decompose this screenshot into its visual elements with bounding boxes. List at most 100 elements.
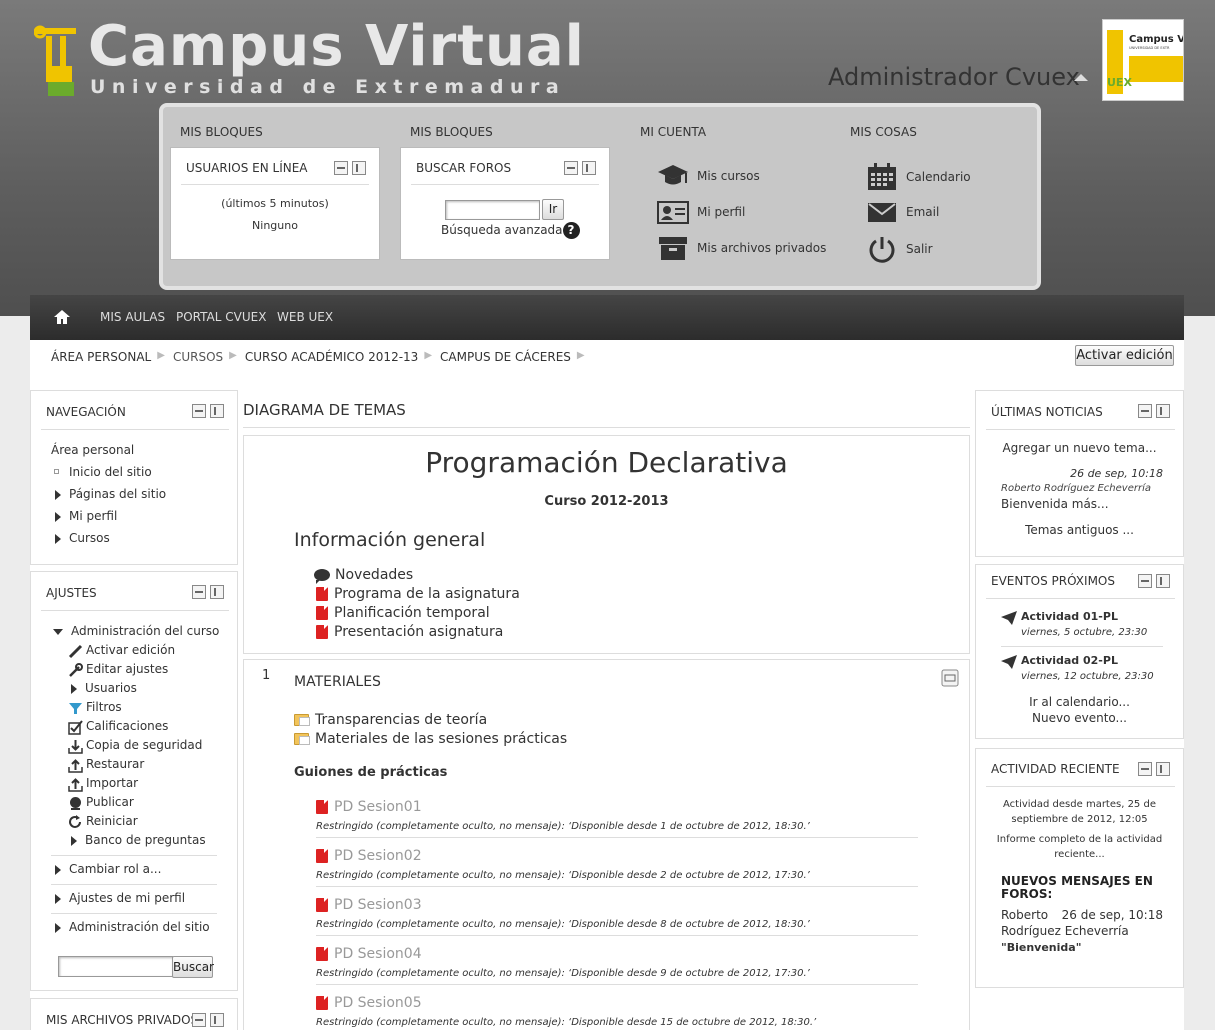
theory-slides-link[interactable]: Transparencias de teoría	[294, 712, 487, 728]
collapse-section-icon[interactable]	[941, 669, 959, 687]
calendar-link[interactable]: Calendario	[866, 163, 971, 191]
minimize-icon[interactable]	[192, 1013, 206, 1027]
advanced-search-link[interactable]: Búsqueda avanzada?	[441, 222, 580, 239]
breadcrumb-courses[interactable]: CURSOS	[173, 350, 223, 364]
session-03-link[interactable]: PD Sesion03	[316, 897, 422, 913]
dock-icon[interactable]	[582, 161, 596, 175]
minimize-icon[interactable]	[192, 404, 206, 418]
nav-site-home-label: Inicio del sitio	[69, 465, 152, 479]
session-03-restriction: Restringido (completamente oculto, no me…	[316, 919, 810, 930]
nav-site-home[interactable]: Inicio del sitio	[51, 465, 152, 479]
dock-icon[interactable]	[1156, 762, 1170, 776]
course-administration[interactable]: Administración del curso	[53, 624, 219, 638]
private-files-link[interactable]: Mis archivos privados	[657, 235, 826, 261]
block-controls	[192, 404, 224, 418]
minimize-icon[interactable]	[334, 161, 348, 175]
news-forum-link[interactable]: Novedades	[314, 567, 413, 584]
dock-icon[interactable]	[210, 1013, 224, 1027]
settings-users[interactable]: Usuarios	[71, 681, 137, 695]
breadcrumb-academic-year[interactable]: CURSO ACADÉMICO 2012-13	[245, 350, 418, 364]
older-topics-link[interactable]: Temas antiguos ...	[976, 523, 1183, 537]
dock-icon[interactable]	[210, 585, 224, 599]
dock-icon[interactable]	[1156, 404, 1170, 418]
my-courses-link[interactable]: Mis cursos	[657, 163, 760, 189]
event-2-link[interactable]: Actividad 02-PL	[1021, 654, 1118, 667]
nav-portal-cvuex[interactable]: PORTAL CVUEX	[176, 310, 266, 324]
session-04-link[interactable]: PD Sesion04	[316, 946, 422, 962]
full-report-link-cont[interactable]: reciente...	[976, 849, 1183, 860]
nav-home[interactable]: Área personal	[51, 443, 134, 457]
nav-web-uex[interactable]: WEB UEX	[277, 310, 333, 324]
minimize-icon[interactable]	[1138, 762, 1152, 776]
settings-backup[interactable]: Copia de seguridad	[86, 738, 202, 752]
switch-role[interactable]: Cambiar rol a...	[55, 862, 161, 876]
site-logo[interactable]: Campus Virtual Universidad de Extremadur…	[34, 14, 584, 100]
event-1-link[interactable]: Actividad 01-PL	[1021, 610, 1118, 623]
session-02-restriction: Restringido (completamente oculto, no me…	[316, 870, 810, 881]
email-link[interactable]: Email	[866, 199, 939, 225]
new-event-link[interactable]: Nuevo evento...	[976, 711, 1183, 725]
forum-search-input[interactable]	[445, 200, 540, 220]
settings-title: AJUSTES	[46, 586, 97, 600]
divider	[181, 184, 369, 185]
presentation-link[interactable]: Presentación asignatura	[316, 624, 503, 640]
dock-icon[interactable]	[352, 161, 366, 175]
settings-publish[interactable]: Publicar	[86, 795, 134, 809]
new-forum-posts-heading: NUEVOS MENSAJES EN	[1001, 874, 1153, 888]
settings-turn-editing-on[interactable]: Activar edición	[86, 643, 175, 657]
settings-search-input[interactable]	[58, 956, 173, 977]
site-administration[interactable]: Administración del sitio	[55, 920, 210, 934]
divider	[316, 935, 918, 936]
campus-badge[interactable]: Campus Vi UNIVERSIDAD DE EXTR UEX	[1102, 19, 1184, 101]
caret-up-icon[interactable]	[1074, 74, 1088, 81]
settings-filters[interactable]: Filtros	[86, 700, 122, 714]
news-post-link[interactable]: Bienvenida más...	[1001, 497, 1109, 511]
logout-link[interactable]: Salir	[866, 235, 933, 263]
settings-edit-settings[interactable]: Editar ajustes	[86, 662, 168, 676]
breadcrumb-home[interactable]: ÁREA PERSONAL	[51, 350, 151, 364]
divider	[316, 837, 918, 838]
session-02-link[interactable]: PD Sesion02	[316, 848, 422, 864]
minimize-icon[interactable]	[564, 161, 578, 175]
full-report-link[interactable]: Informe completo de la actividad	[976, 834, 1183, 845]
minimize-icon[interactable]	[192, 585, 206, 599]
syllabus-link[interactable]: Programa de la asignatura	[316, 586, 520, 602]
my-profile-link[interactable]: Mi perfil	[657, 199, 745, 225]
expand-icon	[55, 489, 61, 500]
divider	[51, 884, 217, 885]
breadcrumb-campus[interactable]: CAMPUS DE CÁCERES	[440, 350, 571, 364]
add-topic-link[interactable]: Agregar un nuevo tema...	[976, 441, 1183, 455]
session-03-label: PD Sesion03	[334, 897, 422, 913]
session-05-link[interactable]: PD Sesion05	[316, 995, 422, 1011]
settings-import[interactable]: Importar	[86, 776, 138, 790]
settings-reset[interactable]: Reiniciar	[86, 814, 138, 828]
dock-icon[interactable]	[210, 404, 224, 418]
post-title-link[interactable]: "Bienvenida"	[1001, 941, 1081, 954]
session-01-link[interactable]: PD Sesion01	[316, 799, 422, 815]
turn-editing-on-button[interactable]: Activar edición	[1075, 345, 1174, 366]
nav-my-classrooms[interactable]: MIS AULAS	[100, 310, 165, 324]
expand-icon	[71, 683, 77, 694]
pdf-icon	[316, 996, 328, 1010]
dock-icon[interactable]	[1156, 574, 1170, 588]
settings-question-bank-label: Banco de preguntas	[85, 833, 206, 847]
settings-restore[interactable]: Restaurar	[86, 757, 144, 771]
schedule-link[interactable]: Planificación temporal	[316, 605, 490, 621]
guides-heading: Guiones de prácticas	[294, 765, 448, 780]
nav-my-profile[interactable]: Mi perfil	[55, 509, 117, 523]
go-to-calendar-link[interactable]: Ir al calendario...	[976, 695, 1183, 709]
practical-materials-link[interactable]: Materiales de las sesiones prácticas	[294, 731, 567, 747]
breadcrumb-separator: ▶	[229, 350, 237, 361]
profile-settings[interactable]: Ajustes de mi perfil	[55, 891, 185, 905]
settings-question-bank[interactable]: Banco de preguntas	[71, 833, 206, 847]
help-icon[interactable]: ?	[562, 222, 580, 239]
nav-courses[interactable]: Cursos	[55, 531, 110, 545]
minimize-icon[interactable]	[1138, 574, 1152, 588]
minimize-icon[interactable]	[1138, 404, 1152, 418]
home-icon[interactable]	[53, 309, 71, 325]
nav-site-pages[interactable]: Páginas del sitio	[55, 487, 166, 501]
forum-search-button[interactable]: Ir	[542, 199, 564, 220]
settings-grades[interactable]: Calificaciones	[86, 719, 168, 733]
settings-search-button[interactable]: Buscar	[172, 956, 214, 978]
user-menu-name[interactable]: Administrador Cvuex	[828, 63, 1080, 91]
